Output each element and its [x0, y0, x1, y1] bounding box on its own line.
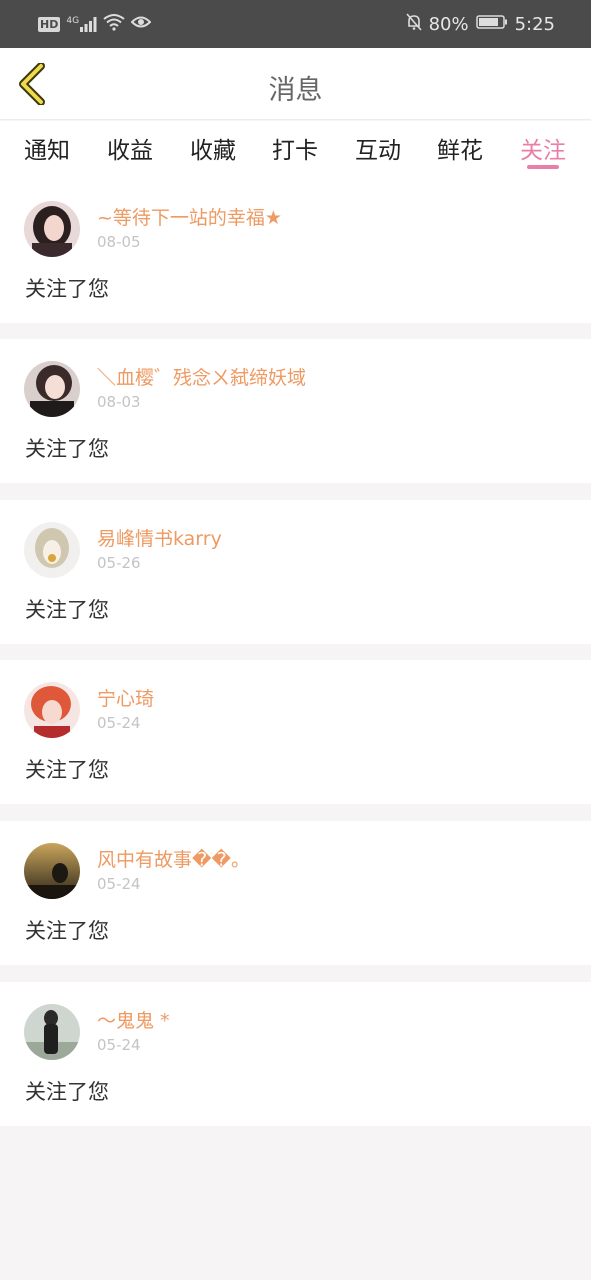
- battery-icon: [475, 14, 508, 35]
- message-text: 关注了您: [25, 277, 109, 301]
- avatar[interactable]: [24, 201, 80, 257]
- signal-icon: 4G: [66, 16, 97, 32]
- tab-earnings[interactable]: 收益: [100, 131, 160, 165]
- message-text: 关注了您: [25, 1080, 109, 1104]
- tab-notifications[interactable]: 通知: [17, 131, 77, 165]
- list-item[interactable]: ＼血樱゛残念ㄨ弑缔妖域 08-03 关注了您: [0, 339, 591, 483]
- message-text: 关注了您: [25, 598, 109, 622]
- date: 05-24: [97, 714, 141, 732]
- avatar[interactable]: [24, 522, 80, 578]
- list-item[interactable]: 易峰情书karry 05-26 关注了您: [0, 500, 591, 644]
- list-item[interactable]: 宁心琦 05-24 关注了您: [0, 660, 591, 804]
- battery-percent: 80%: [428, 13, 469, 35]
- avatar[interactable]: [24, 1004, 80, 1060]
- tab-favorites[interactable]: 收藏: [183, 131, 243, 165]
- username[interactable]: ＼血樱゛残念ㄨ弑缔妖域: [97, 363, 306, 390]
- username[interactable]: ～鬼鬼 *: [97, 1006, 170, 1033]
- page-title: 消息: [268, 75, 323, 106]
- clock: 5:25: [514, 13, 555, 35]
- avatar[interactable]: [24, 682, 80, 738]
- nav-header: 消息: [0, 48, 591, 120]
- avatar[interactable]: [24, 843, 80, 899]
- username[interactable]: ~等待下一站的幸福★: [97, 203, 282, 230]
- status-right: 80% 5:25: [405, 12, 555, 36]
- message-text: 关注了您: [25, 437, 109, 461]
- tab-bar: 通知 收益 收藏 打卡 互动 鲜花 关注: [0, 121, 591, 179]
- date: 05-24: [97, 1036, 141, 1054]
- status-left: HD 4G: [38, 12, 152, 36]
- date: 05-26: [97, 554, 141, 572]
- message-text: 关注了您: [25, 919, 109, 943]
- active-tab-indicator: [527, 165, 559, 169]
- list-item[interactable]: ～鬼鬼 * 05-24 关注了您: [0, 982, 591, 1126]
- avatar[interactable]: [24, 361, 80, 417]
- eye-icon: [130, 14, 152, 34]
- date: 05-24: [97, 875, 141, 893]
- hd-badge: HD: [38, 16, 61, 32]
- status-bar: HD 4G 80% 5:25: [0, 0, 591, 48]
- list-item[interactable]: 风中有故事��。 05-24 关注了您: [0, 821, 591, 965]
- tab-checkin[interactable]: 打卡: [265, 131, 325, 165]
- wifi-icon: [103, 13, 125, 35]
- list-item[interactable]: ~等待下一站的幸福★ 08-05 关注了您: [0, 179, 591, 323]
- tab-flowers[interactable]: 鲜花: [430, 131, 490, 165]
- date: 08-05: [97, 233, 141, 251]
- username[interactable]: 易峰情书karry: [97, 524, 222, 551]
- mute-bell-icon: [405, 12, 422, 36]
- username[interactable]: 宁心琦: [97, 684, 154, 711]
- date: 08-03: [97, 393, 141, 411]
- tab-interactions[interactable]: 互动: [348, 131, 408, 165]
- username[interactable]: 风中有故事��。: [97, 845, 250, 872]
- tab-follows[interactable]: 关注: [513, 131, 573, 165]
- message-text: 关注了您: [25, 758, 109, 782]
